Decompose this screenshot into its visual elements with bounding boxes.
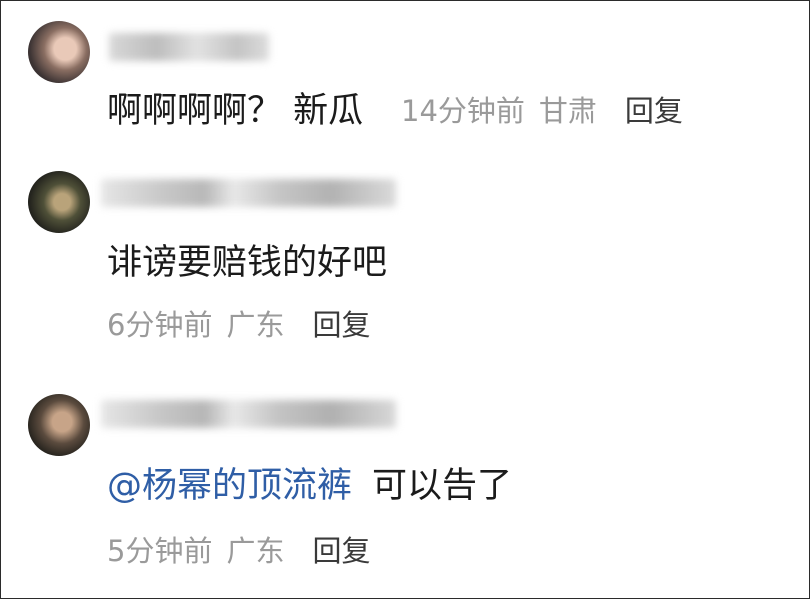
- comment-location: 广东: [226, 308, 285, 342]
- comment-text: @杨幂的顶流裤 可以告了: [107, 464, 512, 508]
- comment-list: 啊啊啊啊？ 新瓜 14分钟前 甘肃 回复 诽谤要赔钱的好吧 6分钟前 广东 回复 @杨幂…: [0, 0, 810, 599]
- reply-button[interactable]: 回复: [625, 94, 683, 128]
- comment-item: @杨幂的顶流裤 可以告了 5分钟前 广东 回复: [1, 376, 809, 598]
- comment-location: 甘肃: [538, 94, 597, 128]
- reply-button[interactable]: 回复: [312, 308, 370, 342]
- avatar[interactable]: [28, 171, 90, 233]
- comment-time: 14分钟前: [401, 94, 525, 128]
- comment-text: 啊啊啊啊？ 新瓜: [107, 91, 364, 131]
- mention-link[interactable]: @杨幂的顶流裤: [107, 466, 352, 506]
- comment-item: 啊啊啊啊？ 新瓜 14分钟前 甘肃 回复: [1, 1, 809, 151]
- comment-meta: 5分钟前 广东 回复: [107, 533, 370, 569]
- comment-meta: 14分钟前 甘肃 回复: [401, 93, 683, 129]
- username-blurred[interactable]: [109, 33, 269, 61]
- comment-time: 6分钟前: [107, 308, 213, 342]
- reply-button[interactable]: 回复: [312, 534, 370, 568]
- comment-meta: 6分钟前 广东 回复: [107, 307, 370, 343]
- avatar[interactable]: [28, 394, 90, 456]
- username-blurred[interactable]: [101, 400, 396, 428]
- comment-text-content: 可以告了: [372, 466, 513, 506]
- comment-time: 5分钟前: [107, 534, 213, 568]
- username-blurred[interactable]: [101, 179, 396, 207]
- comment-location: 广东: [226, 534, 285, 568]
- comment-item: 诽谤要赔钱的好吧 6分钟前 广东 回复: [1, 151, 809, 381]
- comment-text: 诽谤要赔钱的好吧: [107, 243, 388, 283]
- avatar[interactable]: [28, 21, 90, 83]
